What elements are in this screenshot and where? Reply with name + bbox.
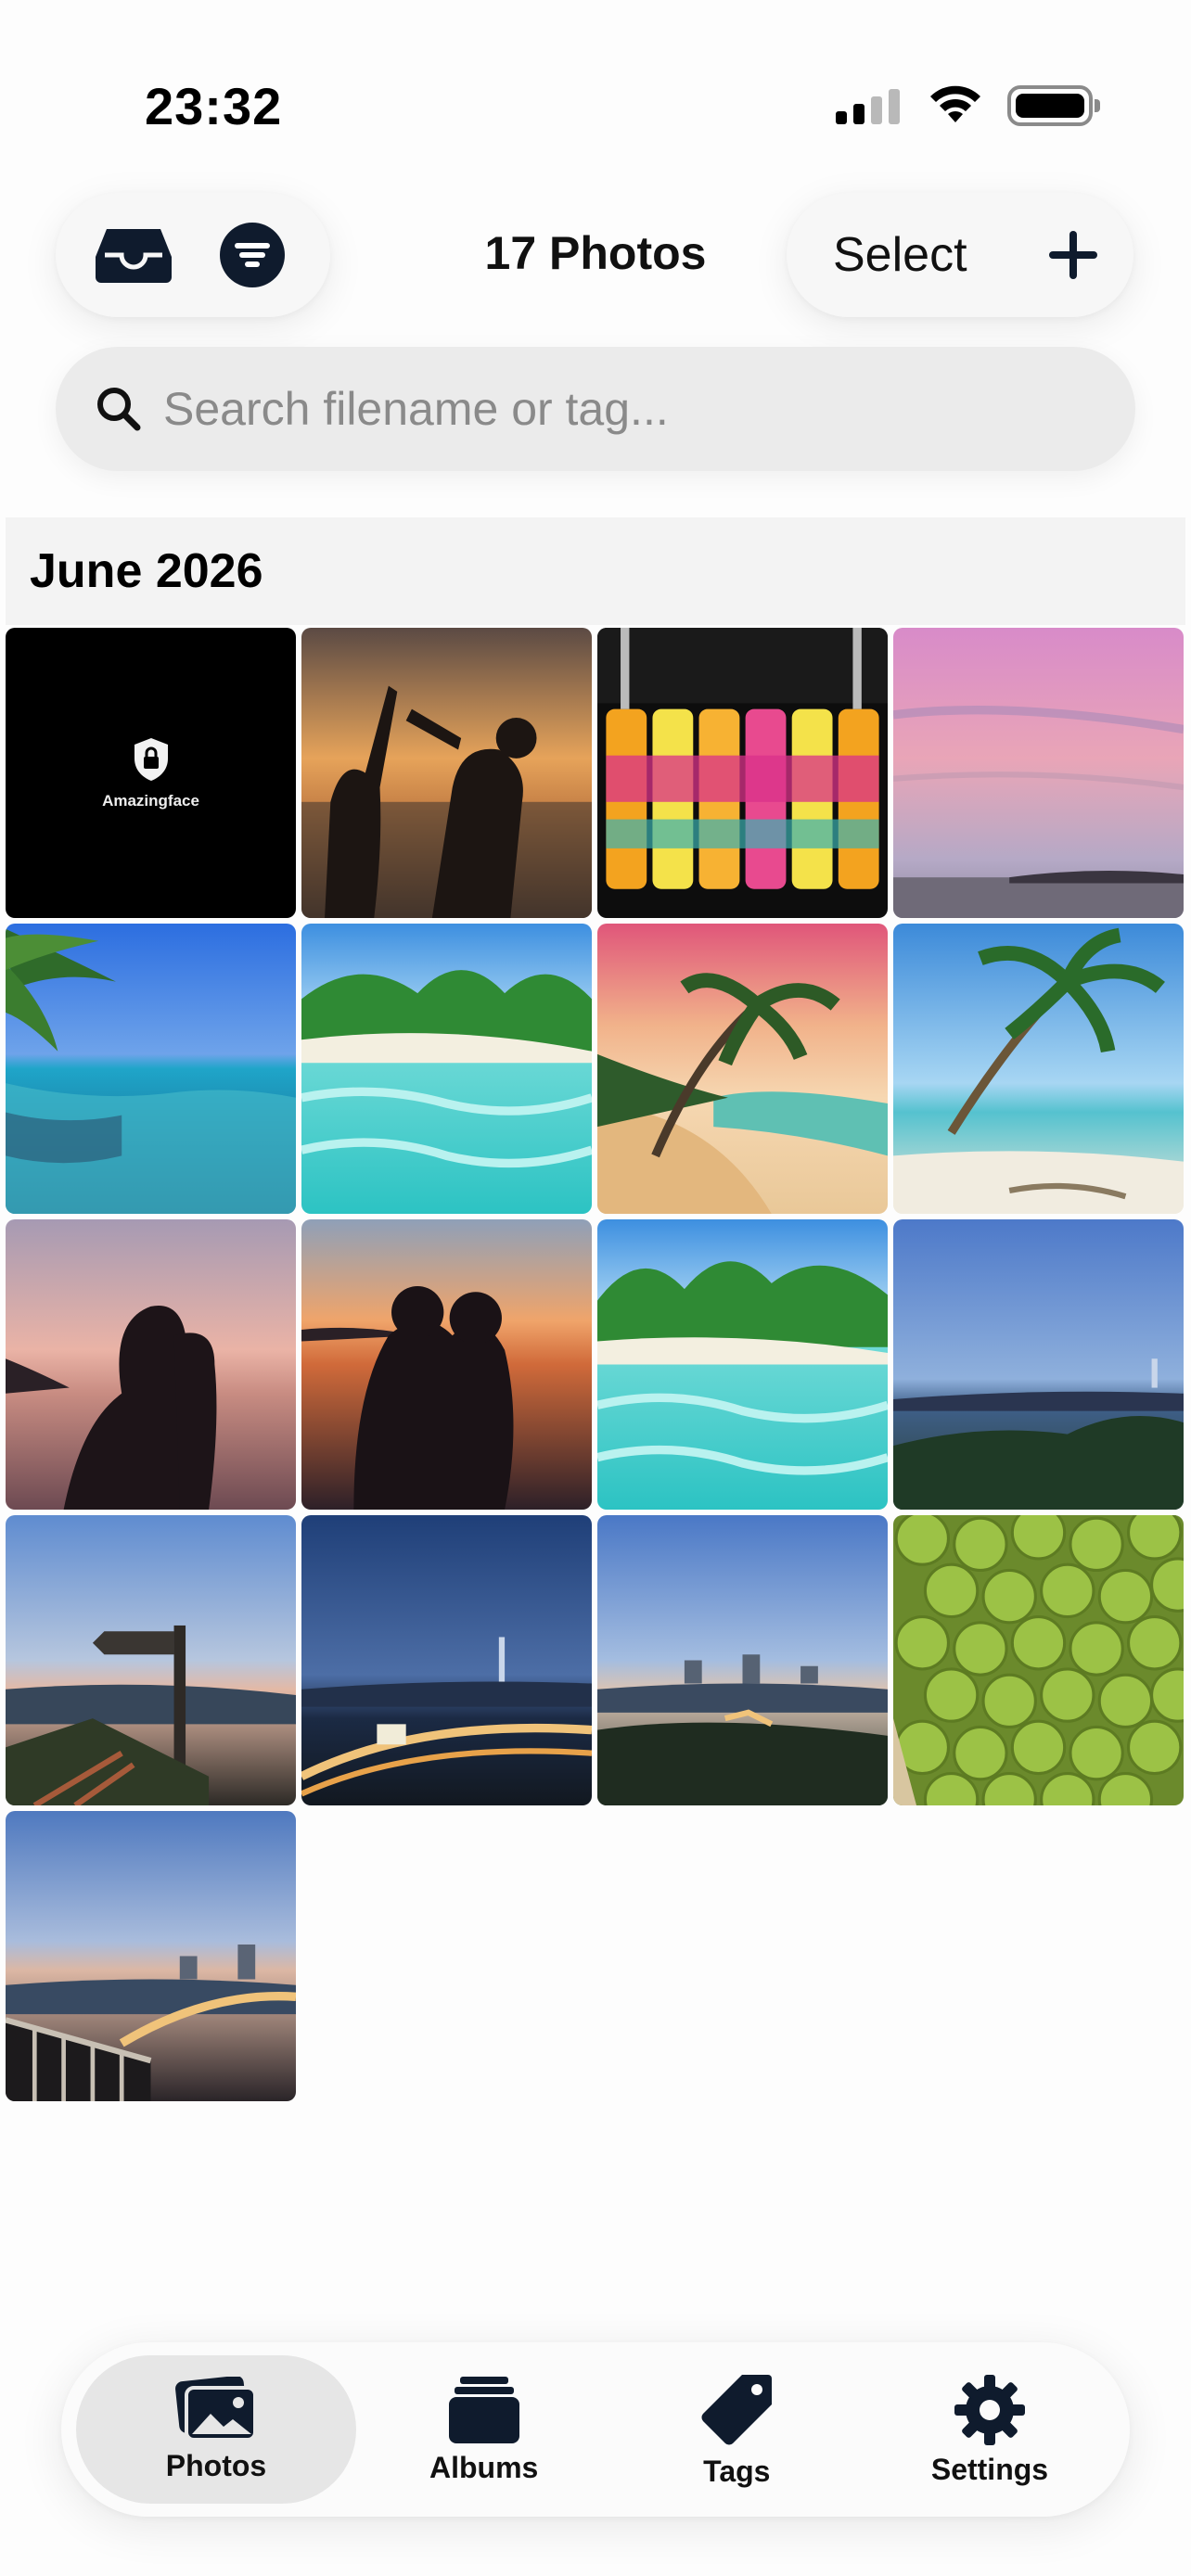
right-toolbar-group: Select: [787, 193, 1133, 317]
photo-grid: Amazingface: [6, 628, 1185, 2101]
search-icon: [97, 388, 141, 431]
tab-label: Albums: [429, 2450, 539, 2484]
tab-label: Photos: [165, 2448, 267, 2482]
status-icons: [836, 85, 1100, 126]
photo-thumbnail[interactable]: [597, 1219, 888, 1510]
tab-settings[interactable]: Settings: [864, 2355, 1115, 2504]
photo-thumbnail[interactable]: [893, 1219, 1184, 1510]
locked-photo-label: Amazingface: [102, 791, 199, 810]
wifi-icon: [930, 85, 980, 122]
photo-thumbnail[interactable]: [597, 1515, 888, 1805]
select-button[interactable]: Select: [833, 227, 967, 283]
photo-thumbnail[interactable]: [893, 924, 1184, 1214]
photo-thumbnail[interactable]: [893, 628, 1184, 918]
albums-icon: [448, 2376, 519, 2443]
tab-bar: Photos Albums Tags Settings: [61, 2342, 1130, 2517]
tag-icon: [701, 2374, 773, 2445]
photo-thumbnail[interactable]: [893, 1515, 1184, 1805]
tab-label: Tags: [703, 2454, 771, 2488]
battery-icon: [1007, 85, 1100, 126]
photo-thumbnail[interactable]: [597, 628, 888, 918]
tab-tags[interactable]: Tags: [611, 2355, 862, 2504]
photos-icon: [175, 2376, 257, 2442]
status-time: 23:32: [145, 77, 283, 135]
tab-albums[interactable]: Albums: [359, 2355, 609, 2504]
photo-thumbnail[interactable]: [597, 924, 888, 1214]
plus-icon: [1049, 231, 1097, 279]
search-input[interactable]: [163, 382, 1091, 436]
photo-thumbnail[interactable]: [6, 1811, 296, 2101]
photo-thumbnail[interactable]: Amazingface: [6, 628, 296, 918]
search-bar: [56, 347, 1135, 471]
section-title: June 2026: [30, 544, 263, 598]
photo-thumbnail[interactable]: [6, 1219, 296, 1510]
status-bar: 23:32: [0, 0, 1191, 158]
section-header: June 2026: [6, 517, 1185, 625]
photo-thumbnail[interactable]: [301, 924, 592, 1214]
gear-icon: [954, 2374, 1025, 2445]
photo-thumbnail[interactable]: [301, 628, 592, 918]
photo-thumbnail[interactable]: [301, 1515, 592, 1805]
add-button[interactable]: [1041, 209, 1106, 301]
photo-thumbnail[interactable]: [6, 1515, 296, 1805]
cellular-signal-icon: [836, 87, 900, 124]
tab-photos[interactable]: Photos: [76, 2355, 356, 2504]
tab-label: Settings: [930, 2452, 1049, 2486]
lock-shield-icon: [134, 737, 168, 781]
photo-thumbnail[interactable]: [301, 1219, 592, 1510]
photo-thumbnail[interactable]: [6, 924, 296, 1214]
